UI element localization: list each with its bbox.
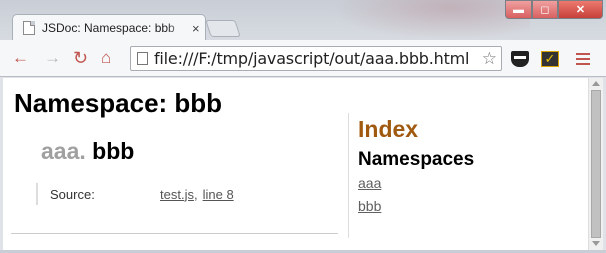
titlebar-background-art <box>330 0 530 40</box>
url-text[interactable]: file:///F:/tmp/javascript/out/aaa.bbb.ht… <box>154 49 478 68</box>
page-content: Namespace: bbb aaa. bbb Source: test.js,… <box>3 78 588 250</box>
page-title: Namespace: bbb <box>14 88 223 118</box>
page-icon <box>137 52 148 65</box>
source-details: Source: test.js, line 8 <box>36 183 234 205</box>
title-bar: JSDoc: Namespace: bbb × ▬ ◻ ✕ <box>0 0 606 40</box>
page-favicon-icon <box>23 21 35 35</box>
close-window-button[interactable]: ✕ <box>558 0 603 19</box>
minimize-button[interactable]: ▬ <box>505 0 532 19</box>
scroll-up-icon[interactable] <box>592 81 600 86</box>
forward-icon[interactable]: → <box>44 49 61 67</box>
browser-toolbar: ← → ↻ ⌂ file:///F:/tmp/javascript/out/aa… <box>0 40 606 77</box>
index-divider <box>348 113 349 238</box>
scroll-down-icon[interactable] <box>592 241 600 246</box>
browser-tab[interactable]: JSDoc: Namespace: bbb × <box>12 14 206 40</box>
index-subtitle: Namespaces <box>358 149 475 170</box>
back-icon[interactable]: ← <box>12 49 29 67</box>
address-bar[interactable]: file:///F:/tmp/javascript/out/aaa.bbb.ht… <box>130 46 502 71</box>
home-icon[interactable]: ⌂ <box>101 49 111 67</box>
namespace-prefix: aaa. <box>41 138 86 164</box>
tab-title: JSDoc: Namespace: bbb <box>42 21 175 35</box>
index-link-bbb[interactable]: bbb <box>358 198 381 214</box>
reload-icon[interactable]: ↻ <box>73 49 88 67</box>
source-label: Source: <box>50 186 95 202</box>
new-tab-button[interactable] <box>205 20 241 37</box>
namespace-heading: aaa. bbb <box>41 138 134 165</box>
maximize-button[interactable]: ◻ <box>532 0 558 19</box>
divider <box>11 233 338 234</box>
scroll-thumb[interactable] <box>591 90 601 238</box>
source-file-link[interactable]: test.js <box>160 187 194 202</box>
index-title: Index <box>358 116 419 142</box>
mask-extension-icon[interactable] <box>511 51 529 67</box>
namespace-name: bbb <box>92 138 135 164</box>
star-icon[interactable]: ☆ <box>478 49 501 69</box>
source-separator: , <box>193 186 198 202</box>
index-link-aaa[interactable]: aaa <box>358 175 381 191</box>
menu-icon[interactable] <box>576 53 590 68</box>
vertical-scrollbar[interactable] <box>588 78 603 250</box>
checkmark-extension-icon[interactable]: ✓ <box>541 51 559 67</box>
tab-close-icon[interactable]: × <box>192 22 200 35</box>
source-line-link[interactable]: line 8 <box>203 187 234 202</box>
